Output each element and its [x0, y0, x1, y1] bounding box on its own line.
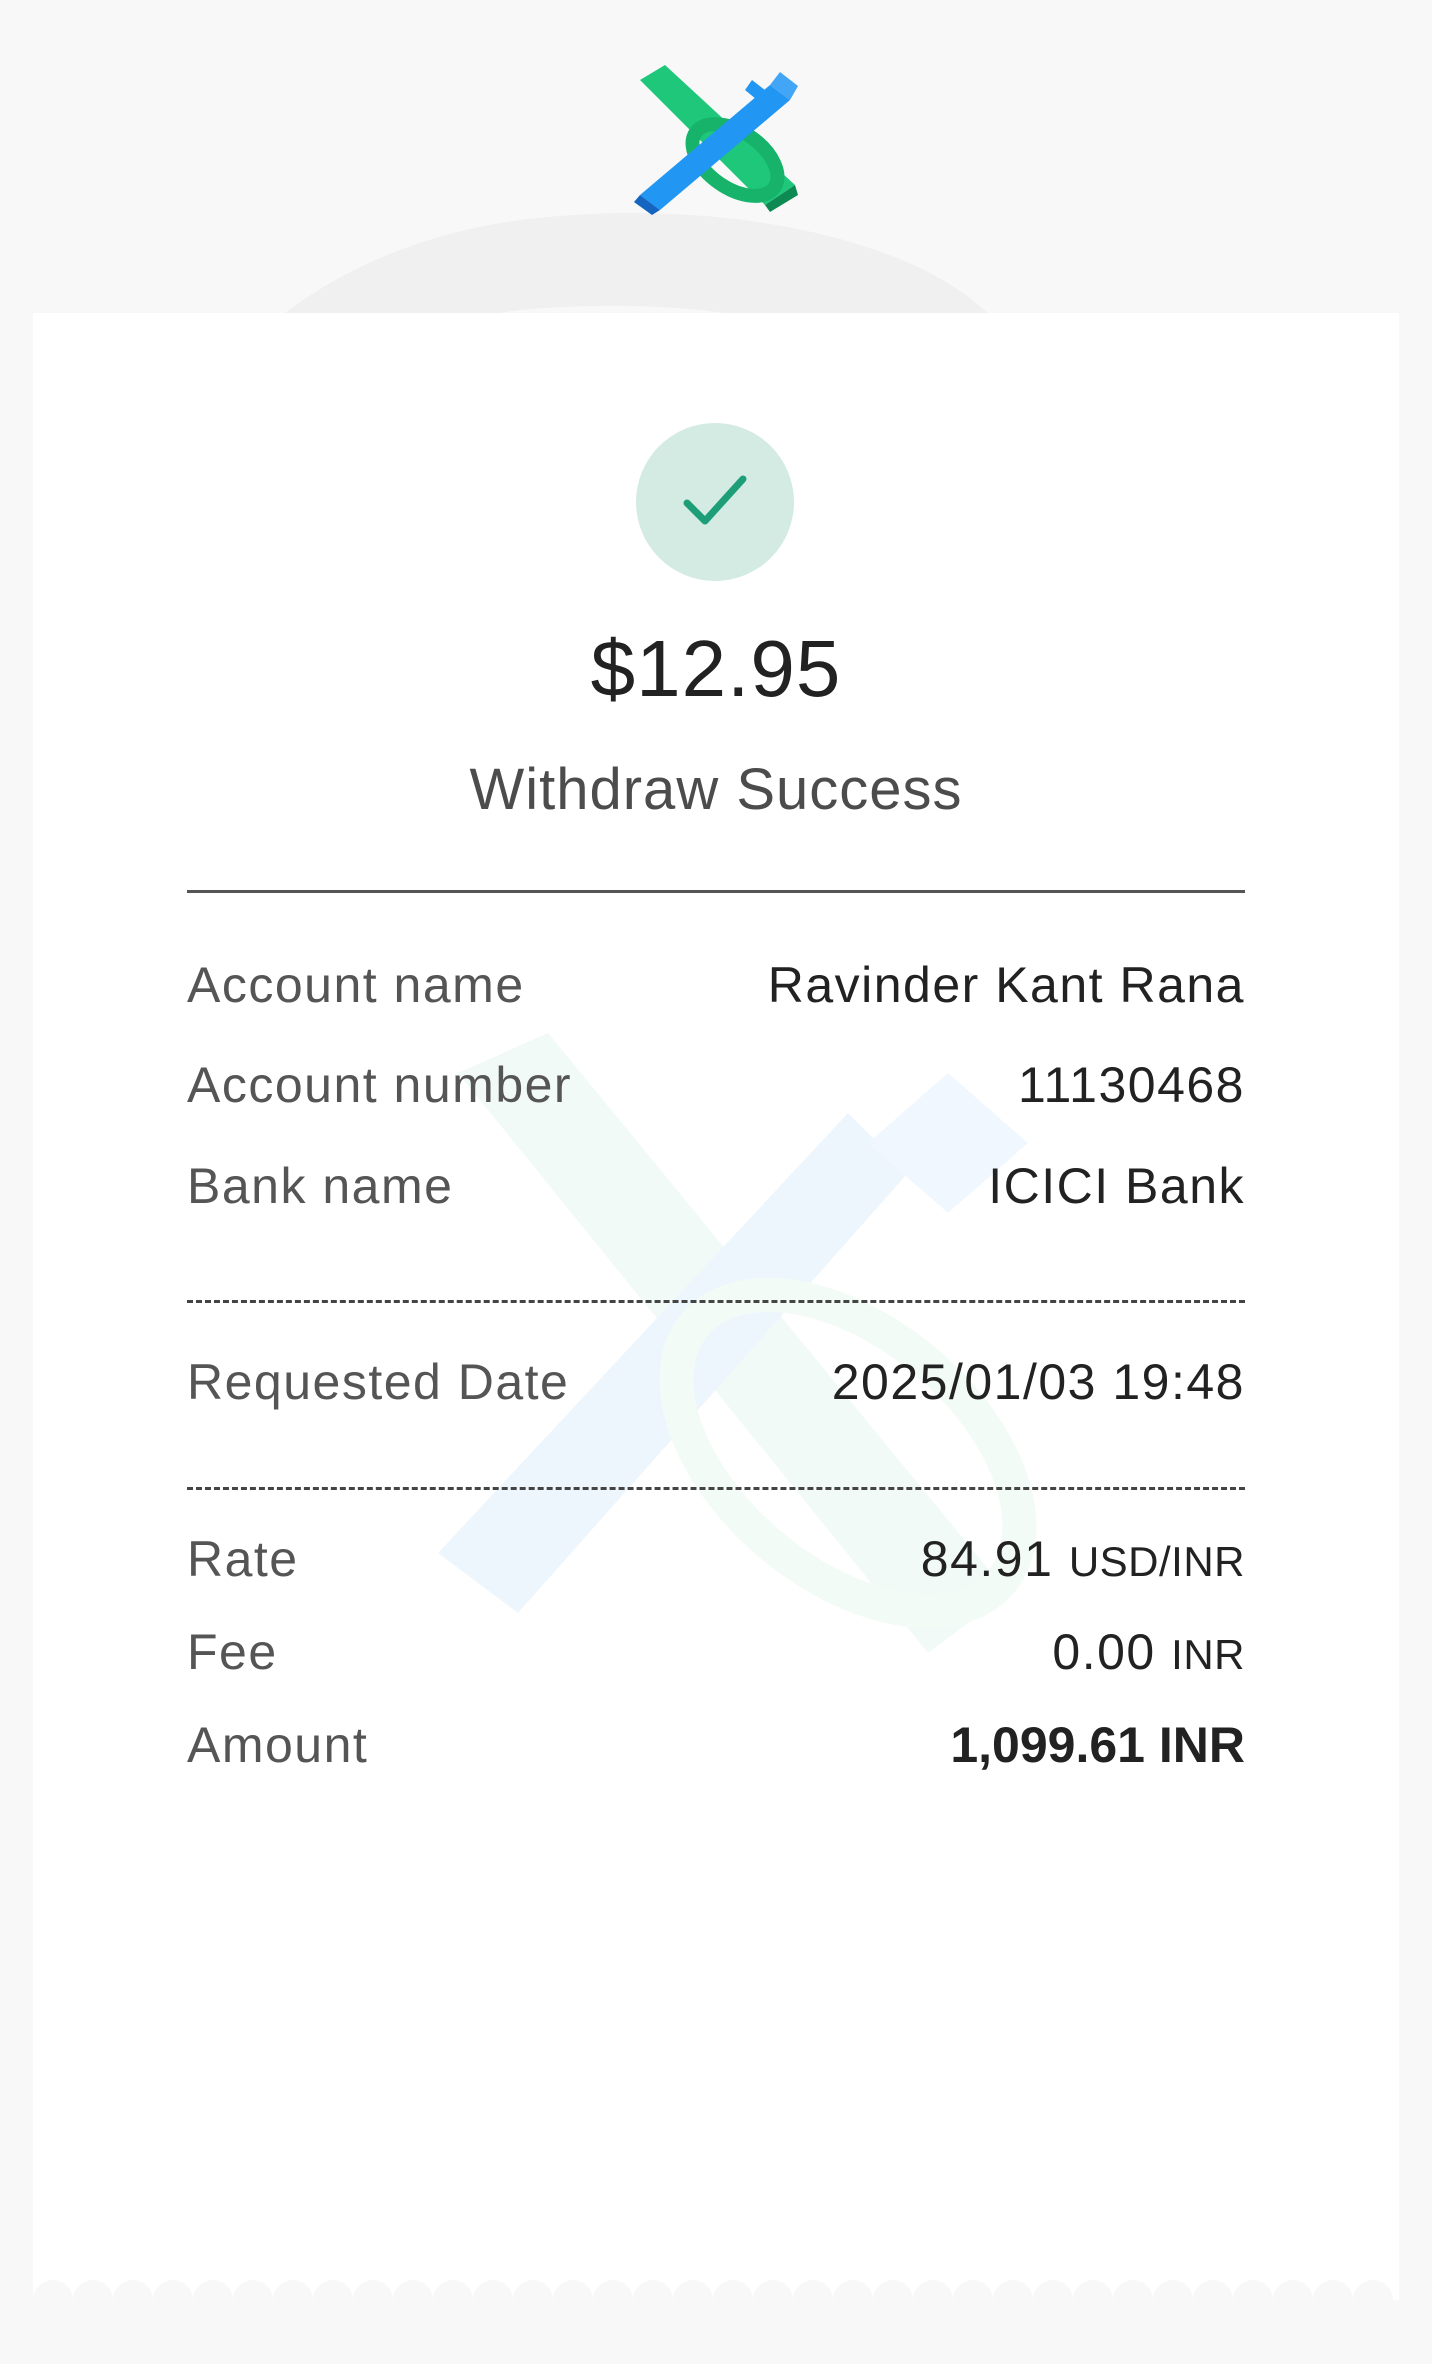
amount-row: Amount 1,099.61 INR: [187, 1716, 1245, 1786]
account-name-value: Ravinder Kant Rana: [767, 957, 1245, 1013]
account-name-label: Account name: [187, 957, 525, 1013]
bank-name-value: ICICI Bank: [988, 1158, 1245, 1214]
divider: [187, 890, 1245, 893]
requested-date-row: Requested Date 2025/01/03 19:48: [187, 1353, 1245, 1423]
account-number-value: 11130468: [1017, 1057, 1245, 1113]
status-text: Withdraw Success: [469, 757, 963, 822]
receipt-scalloped-edge: [33, 2280, 1399, 2320]
withdraw-receipt-card: $12.95 Withdraw Success Account name Rav…: [33, 313, 1399, 2303]
fee-unit: INR: [1171, 1631, 1245, 1678]
fee-row: Fee 0.00 INR: [187, 1623, 1245, 1693]
withdraw-amount: $12.95: [590, 624, 842, 713]
requested-date-value: 2025/01/03 19:48: [831, 1354, 1245, 1410]
amount-label: Amount: [187, 1717, 369, 1773]
rate-label: Rate: [187, 1531, 299, 1587]
rate-row: Rate 84.91 USD/INR: [187, 1530, 1245, 1600]
dashed-divider: [187, 1300, 1245, 1303]
bank-name-label: Bank name: [187, 1158, 454, 1214]
account-number-label: Account number: [187, 1057, 573, 1113]
rate-number: 84.91: [920, 1531, 1054, 1587]
fee-number: 0.00: [1052, 1624, 1156, 1680]
x-cross-logo-icon: [634, 65, 798, 215]
amount-value: 1,099.61 INR: [950, 1717, 1245, 1773]
account-number-row: Account number 11130468: [187, 1056, 1245, 1126]
rate-value: 84.91 USD/INR: [921, 1530, 1245, 1588]
fee-value: 0.00 INR: [1052, 1623, 1245, 1681]
account-name-row: Account name Ravinder Kant Rana: [187, 956, 1245, 1026]
dashed-divider: [187, 1487, 1245, 1490]
check-icon: [683, 475, 747, 525]
fee-label: Fee: [187, 1624, 278, 1680]
bank-name-row: Bank name ICICI Bank: [187, 1157, 1245, 1227]
success-badge: [636, 423, 794, 581]
rate-unit: USD/INR: [1068, 1538, 1245, 1585]
requested-date-label: Requested Date: [187, 1354, 570, 1410]
